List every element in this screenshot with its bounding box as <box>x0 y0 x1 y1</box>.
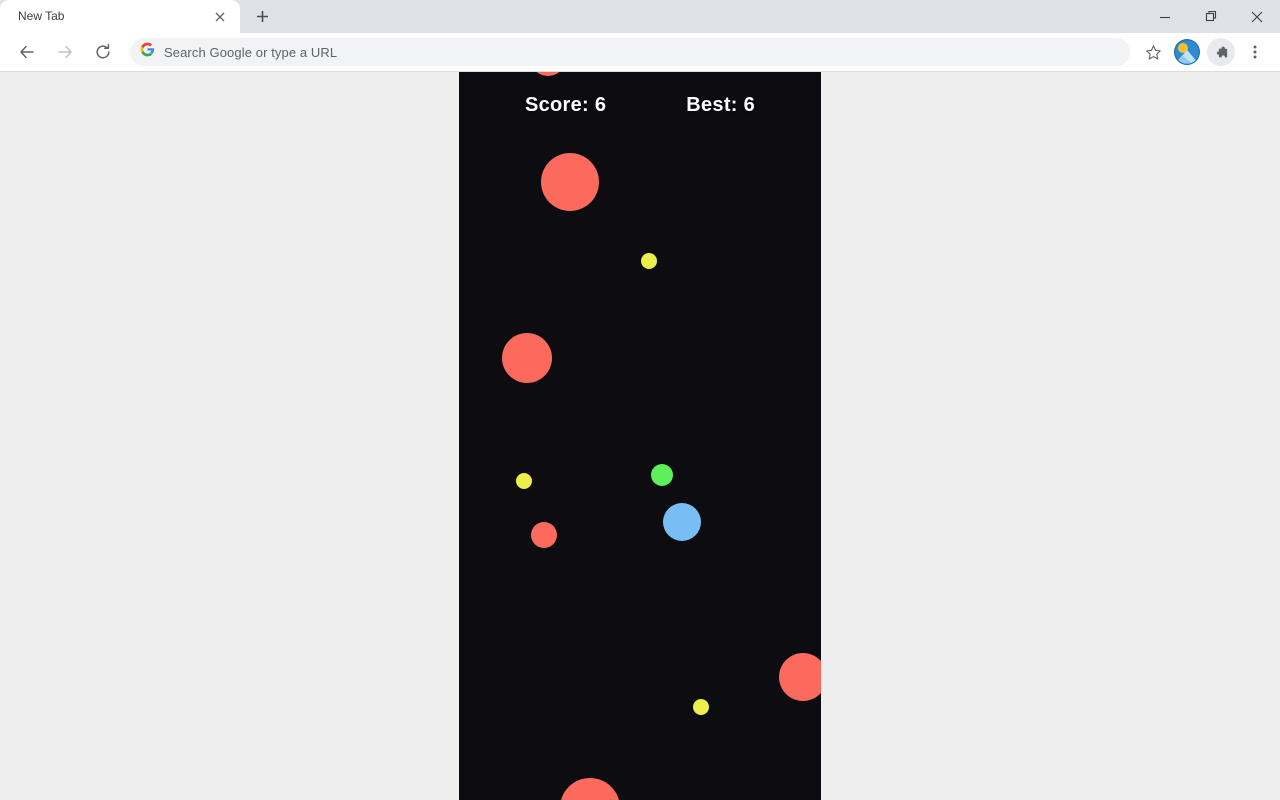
best-label: Best: 6 <box>686 94 756 116</box>
back-button[interactable] <box>13 38 41 66</box>
bookmark-star-icon[interactable] <box>1139 38 1167 66</box>
three-dot-menu-icon[interactable] <box>1241 38 1269 66</box>
page-viewport: Score: 6 Best: 6 <box>0 72 1280 800</box>
tab-strip: New Tab <box>0 0 1280 33</box>
extensions-puzzle-icon[interactable] <box>1207 38 1235 66</box>
forward-button[interactable] <box>51 38 79 66</box>
game-canvas[interactable]: Score: 6 Best: 6 <box>459 72 821 800</box>
browser-toolbar: Search Google or type a URL <box>0 33 1280 72</box>
window-minimize-button[interactable] <box>1142 0 1188 33</box>
ball-blue[interactable] <box>663 503 701 541</box>
ball-green[interactable] <box>651 464 673 486</box>
omnibox-placeholder-text: Search Google or type a URL <box>164 44 338 60</box>
tab-new-tab[interactable]: New Tab <box>0 0 240 33</box>
ball-red-mid-left[interactable] <box>502 333 552 383</box>
reload-button[interactable] <box>89 38 117 66</box>
ball-yellow-left[interactable] <box>516 473 532 489</box>
tab-close-icon[interactable] <box>210 7 230 27</box>
tab-title: New Tab <box>18 9 65 23</box>
score-label: Score: 6 <box>524 94 607 116</box>
window-controls <box>1142 0 1280 33</box>
ball-red-right-edge[interactable] <box>779 653 821 701</box>
new-tab-button[interactable] <box>248 2 276 30</box>
window-maximize-button[interactable] <box>1188 0 1234 33</box>
profile-avatar-icon[interactable] <box>1174 39 1200 65</box>
browser-window: New Tab Search Google or type a URL Scor… <box>0 0 1280 800</box>
omnibox[interactable]: Search Google or type a URL <box>130 38 1130 66</box>
ball-yellow-lower[interactable] <box>693 699 709 715</box>
ball-red-small[interactable] <box>531 522 557 548</box>
ball-red-large[interactable] <box>541 153 599 211</box>
ball-red-top-clipped[interactable] <box>530 72 566 76</box>
google-g-icon <box>140 42 155 62</box>
ball-red-bottom[interactable] <box>560 778 620 800</box>
window-close-button[interactable] <box>1234 0 1280 33</box>
ball-yellow-upper[interactable] <box>641 253 657 269</box>
game-hud: Score: 6 Best: 6 <box>459 94 821 117</box>
